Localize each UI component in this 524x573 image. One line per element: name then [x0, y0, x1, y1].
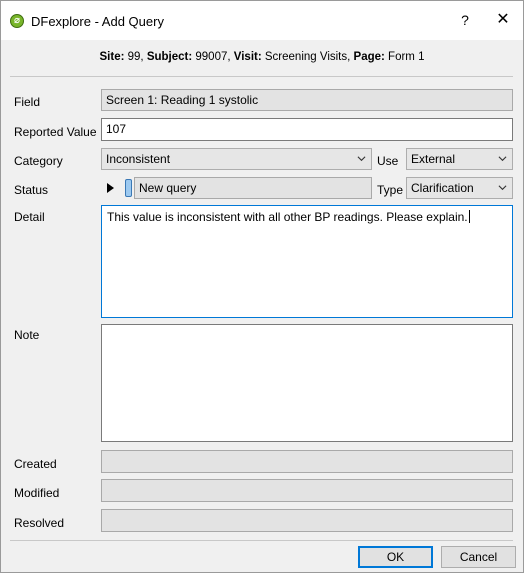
- use-label: Use: [377, 154, 399, 168]
- field-label: Field: [14, 95, 41, 109]
- header-divider: [10, 76, 513, 77]
- page-value: Form 1: [384, 51, 425, 63]
- subject-value: 99007,: [192, 51, 234, 63]
- close-button[interactable]: ✕: [493, 10, 513, 30]
- play-button[interactable]: [102, 178, 119, 198]
- dfexplore-app-icon: ⌀: [10, 14, 24, 28]
- ok-button[interactable]: OK: [358, 546, 433, 568]
- reported-value-label: Reported Value: [14, 125, 97, 139]
- category-select[interactable]: Inconsistent: [101, 148, 372, 170]
- modified-value: [101, 479, 513, 502]
- detail-textarea[interactable]: This value is inconsistent with all othe…: [101, 205, 513, 318]
- status-value: New query: [134, 177, 372, 199]
- resolved-value: [101, 509, 513, 532]
- visit-label: Visit:: [233, 51, 262, 63]
- type-value: Clarification: [411, 181, 474, 195]
- title-bar: ⌀ DFexplore - Add Query ? ✕: [1, 1, 523, 40]
- field-value: Screen 1: Reading 1 systolic: [101, 89, 513, 111]
- visit-value: Screening Visits,: [261, 51, 354, 63]
- detail-text: This value is inconsistent with all othe…: [107, 210, 468, 224]
- chevron-down-icon: [498, 185, 507, 191]
- add-query-dialog: ⌀ DFexplore - Add Query ? ✕ Site: 99, Su…: [0, 0, 524, 573]
- resolved-label: Resolved: [14, 516, 65, 530]
- play-icon: [107, 183, 114, 193]
- type-label: Type: [377, 183, 404, 197]
- help-button[interactable]: ?: [455, 10, 475, 30]
- subject-label: Subject:: [146, 51, 193, 63]
- detail-label: Detail: [14, 210, 45, 224]
- status-flag-icon: [125, 179, 132, 197]
- category-label: Category: [14, 154, 63, 168]
- status-label: Status: [14, 183, 49, 197]
- window-title: DFexplore - Add Query: [31, 14, 164, 29]
- use-select[interactable]: External: [406, 148, 513, 170]
- record-context-header: Site: 99, Subject: 99007, Visit: Screeni…: [1, 51, 523, 63]
- site-value: 99,: [124, 51, 147, 63]
- page-label: Page:: [353, 51, 385, 63]
- cancel-button[interactable]: Cancel: [441, 546, 516, 568]
- site-label: Site:: [99, 51, 125, 63]
- text-caret: [468, 210, 470, 223]
- modified-label: Modified: [14, 486, 60, 500]
- reported-value-field[interactable]: 107: [101, 118, 513, 141]
- chevron-down-icon: [357, 156, 366, 162]
- footer-divider: [10, 540, 513, 541]
- created-label: Created: [14, 457, 57, 471]
- note-textarea[interactable]: [101, 324, 513, 442]
- use-value: External: [411, 152, 456, 166]
- category-value: Inconsistent: [106, 152, 171, 166]
- created-value: [101, 450, 513, 473]
- note-label: Note: [14, 328, 40, 342]
- chevron-down-icon: [498, 156, 507, 162]
- type-select[interactable]: Clarification: [406, 177, 513, 199]
